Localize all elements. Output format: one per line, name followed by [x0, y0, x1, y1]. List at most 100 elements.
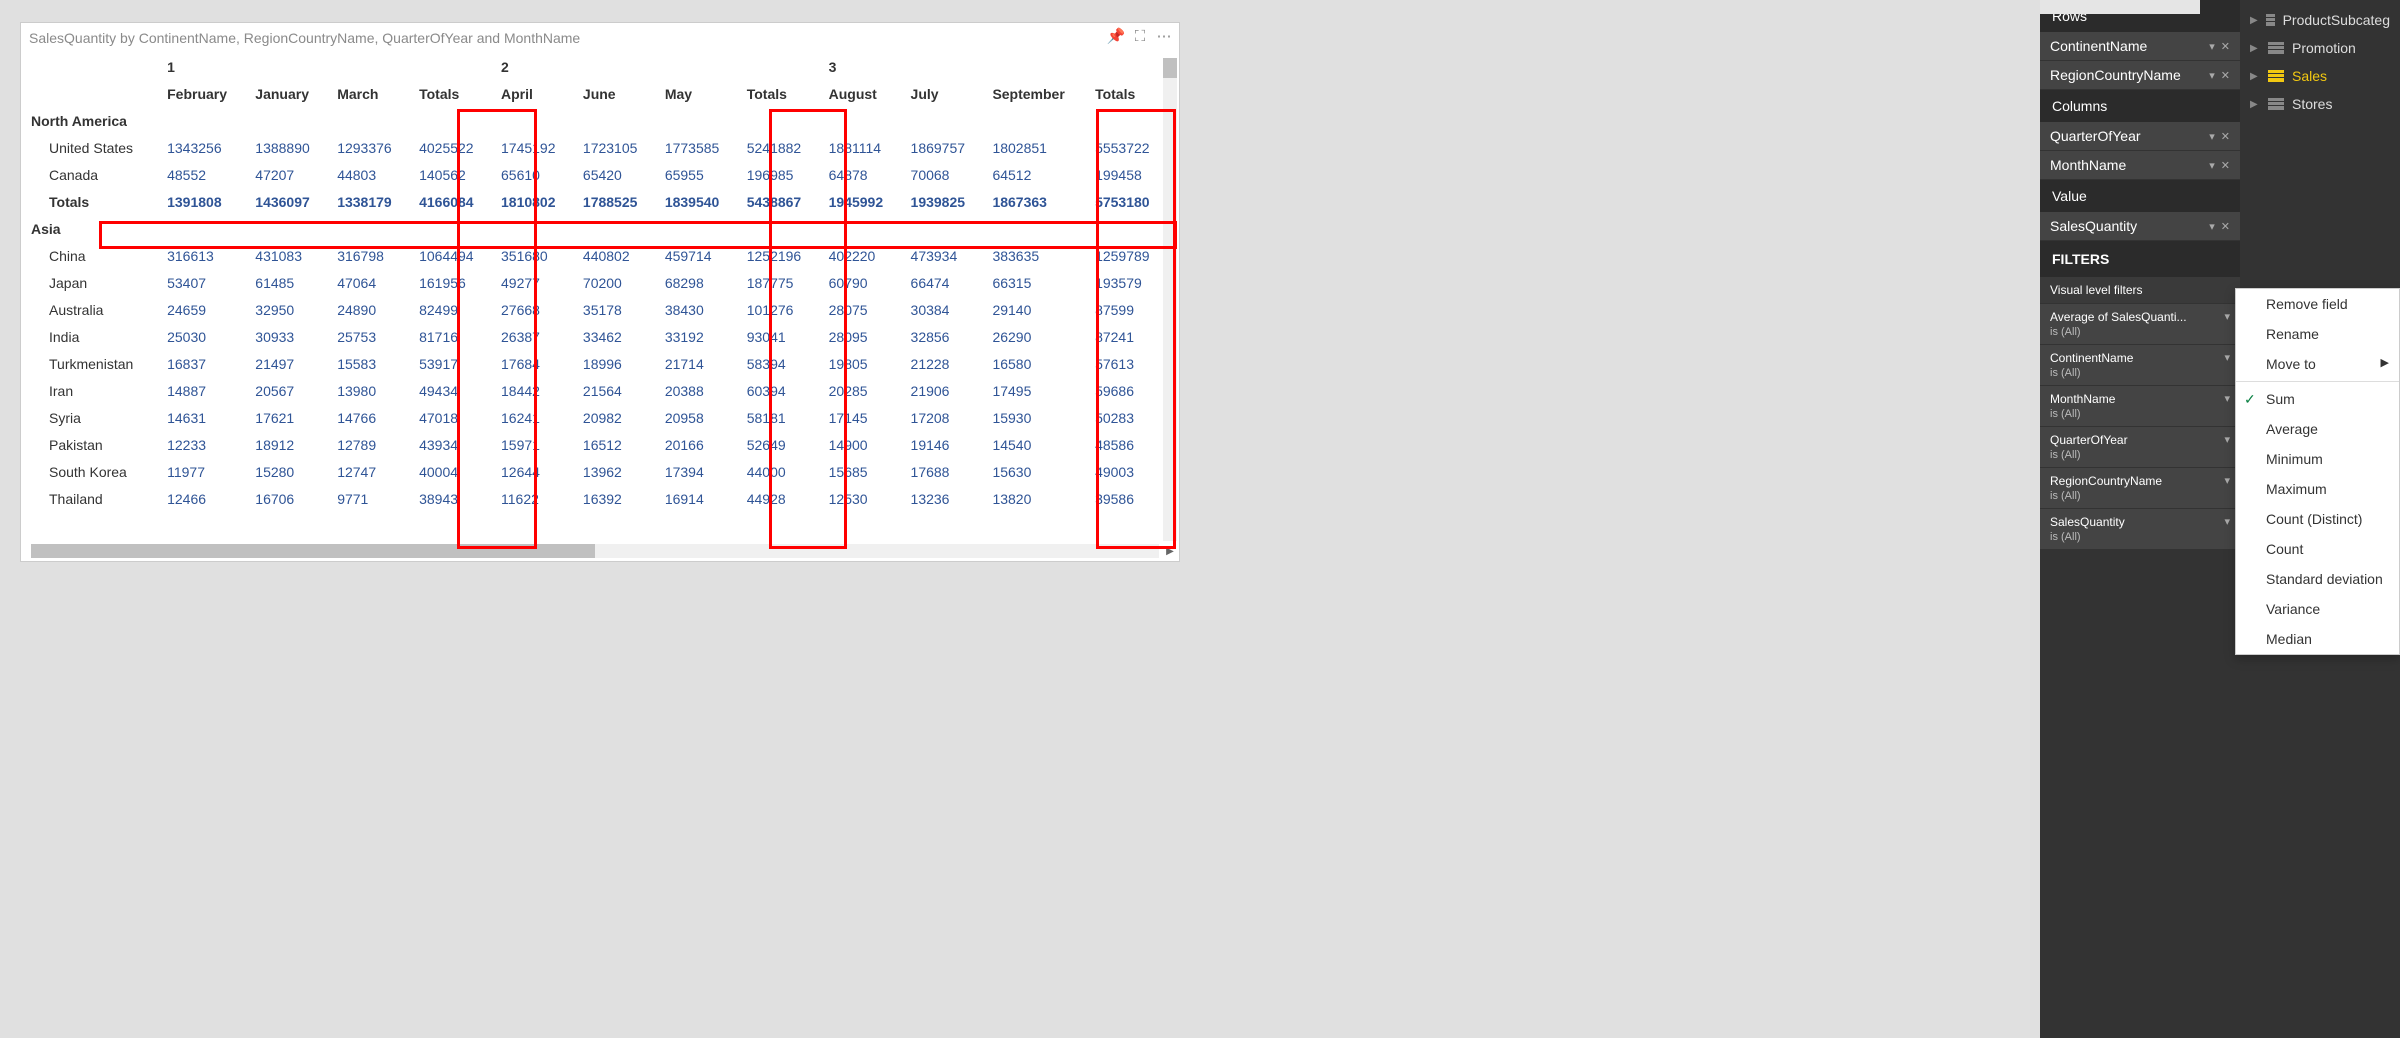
matrix-cell[interactable]: 49434 — [411, 377, 493, 404]
menu-move-to[interactable]: Move to▶ — [2236, 349, 2399, 379]
matrix-cell[interactable]: 1939825 — [903, 188, 985, 215]
matrix-cell[interactable]: 21228 — [903, 350, 985, 377]
matrix-cell[interactable]: 66474 — [903, 269, 985, 296]
column-header[interactable]: Totals — [1087, 80, 1169, 107]
column-header[interactable]: January — [247, 80, 329, 107]
matrix-cell[interactable]: 25753 — [329, 323, 411, 350]
matrix-cell[interactable]: 101276 — [739, 296, 821, 323]
matrix-body[interactable]: 1 2 3 FebruaryJanuaryMarchTotalsAprilJun… — [21, 53, 1179, 561]
matrix-cell[interactable]: 13980 — [329, 377, 411, 404]
horizontal-scrollbar[interactable] — [31, 544, 1159, 558]
row-header[interactable]: Turkmenistan — [31, 350, 159, 377]
matrix-cell[interactable]: 196985 — [739, 161, 821, 188]
matrix-cell[interactable]: 316798 — [329, 242, 411, 269]
matrix-cell[interactable]: 12747 — [329, 458, 411, 485]
quarter-header[interactable]: 1 — [159, 53, 493, 80]
matrix-cell[interactable]: 20567 — [247, 377, 329, 404]
matrix-cell[interactable]: 49277 — [493, 269, 575, 296]
matrix-cell[interactable]: 48552 — [159, 161, 247, 188]
menu-count[interactable]: Count — [2236, 534, 2399, 564]
matrix-cell[interactable]: 12789 — [329, 431, 411, 458]
matrix-cell[interactable]: 14766 — [329, 404, 411, 431]
matrix-cell[interactable]: 57613 — [1087, 350, 1169, 377]
menu-remove-field[interactable]: Remove field — [2236, 289, 2399, 319]
menu-rename[interactable]: Rename — [2236, 319, 2399, 349]
matrix-cell[interactable]: 28075 — [821, 296, 903, 323]
matrix-cell[interactable]: 65420 — [575, 161, 657, 188]
matrix-cell[interactable]: 65610 — [493, 161, 575, 188]
matrix-cell[interactable]: 15685 — [821, 458, 903, 485]
matrix-cell[interactable]: 14631 — [159, 404, 247, 431]
row-header[interactable]: India — [31, 323, 159, 350]
matrix-cell[interactable]: 12233 — [159, 431, 247, 458]
column-header[interactable]: September — [984, 80, 1087, 107]
menu-std-dev[interactable]: Standard deviation — [2236, 564, 2399, 594]
matrix-cell[interactable]: 140562 — [411, 161, 493, 188]
matrix-cell[interactable]: 32856 — [903, 323, 985, 350]
matrix-cell[interactable]: 26387 — [493, 323, 575, 350]
matrix-cell[interactable]: 53917 — [411, 350, 493, 377]
matrix-cell[interactable]: 20958 — [657, 404, 739, 431]
matrix-cell[interactable]: 1338179 — [329, 188, 411, 215]
matrix-cell[interactable]: 18996 — [575, 350, 657, 377]
matrix-cell[interactable]: 16241 — [493, 404, 575, 431]
matrix-cell[interactable]: 16392 — [575, 485, 657, 512]
remove-field-icon[interactable]: ✕ — [2221, 220, 2230, 233]
matrix-cell[interactable]: 16837 — [159, 350, 247, 377]
matrix-cell[interactable]: 13236 — [903, 485, 985, 512]
row-group-header[interactable]: North America — [31, 107, 159, 134]
matrix-visual[interactable]: 📌 ⛶ ⋯ SalesQuantity by ContinentName, Re… — [20, 22, 1180, 562]
matrix-cell[interactable]: 440802 — [575, 242, 657, 269]
remove-field-icon[interactable]: ✕ — [2221, 40, 2230, 53]
matrix-cell[interactable]: 1788525 — [575, 188, 657, 215]
field-chip[interactable]: SalesQuantity ▾ ✕ — [2040, 212, 2240, 241]
menu-minimum[interactable]: Minimum — [2236, 444, 2399, 474]
field-chip[interactable]: RegionCountryName ▾ ✕ — [2040, 61, 2240, 90]
filter-card[interactable]: MonthName ▾ is (All) — [2040, 386, 2240, 427]
matrix-cell[interactable]: 50283 — [1087, 404, 1169, 431]
column-header[interactable]: March — [329, 80, 411, 107]
matrix-cell[interactable]: 12530 — [821, 485, 903, 512]
matrix-cell[interactable]: 44803 — [329, 161, 411, 188]
matrix-cell[interactable]: 20388 — [657, 377, 739, 404]
matrix-cell[interactable]: 16706 — [247, 485, 329, 512]
matrix-cell[interactable]: 44928 — [739, 485, 821, 512]
matrix-cell[interactable]: 5438867 — [739, 188, 821, 215]
expand-icon[interactable]: ▶ — [2250, 71, 2260, 82]
chevron-down-icon[interactable]: ▾ — [2209, 40, 2215, 53]
matrix-cell[interactable]: 5753180 — [1087, 188, 1169, 215]
matrix-cell[interactable]: 19146 — [903, 431, 985, 458]
matrix-cell[interactable]: 64878 — [821, 161, 903, 188]
matrix-cell[interactable]: 12466 — [159, 485, 247, 512]
menu-median[interactable]: Median — [2236, 624, 2399, 654]
matrix-cell[interactable]: 47207 — [247, 161, 329, 188]
matrix-cell[interactable]: 38943 — [411, 485, 493, 512]
matrix-cell[interactable]: 58181 — [739, 404, 821, 431]
matrix-cell[interactable]: 161956 — [411, 269, 493, 296]
matrix-cell[interactable]: 12644 — [493, 458, 575, 485]
chevron-down-icon[interactable]: ▾ — [2224, 310, 2230, 323]
matrix-cell[interactable]: 14900 — [821, 431, 903, 458]
column-header[interactable]: July — [903, 80, 985, 107]
matrix-cell[interactable]: 33192 — [657, 323, 739, 350]
matrix-cell[interactable]: 49003 — [1087, 458, 1169, 485]
table-item[interactable]: ▶ Promotion — [2240, 34, 2400, 62]
matrix-cell[interactable]: 1802851 — [984, 134, 1087, 161]
matrix-cell[interactable]: 27668 — [493, 296, 575, 323]
column-header[interactable]: February — [159, 80, 247, 107]
matrix-cell[interactable]: 20285 — [821, 377, 903, 404]
matrix-cell[interactable]: 20982 — [575, 404, 657, 431]
matrix-cell[interactable]: 1869757 — [903, 134, 985, 161]
column-header[interactable]: June — [575, 80, 657, 107]
chevron-down-icon[interactable]: ▾ — [2224, 351, 2230, 364]
row-header[interactable]: Canada — [31, 161, 159, 188]
matrix-cell[interactable]: 15930 — [984, 404, 1087, 431]
matrix-cell[interactable]: 40004 — [411, 458, 493, 485]
matrix-cell[interactable]: 47064 — [329, 269, 411, 296]
matrix-cell[interactable]: 17208 — [903, 404, 985, 431]
filter-card[interactable]: QuarterOfYear ▾ is (All) — [2040, 427, 2240, 468]
column-header[interactable]: Totals — [739, 80, 821, 107]
matrix-cell[interactable]: 13962 — [575, 458, 657, 485]
matrix-cell[interactable]: 82499 — [411, 296, 493, 323]
matrix-cell[interactable]: 1436097 — [247, 188, 329, 215]
